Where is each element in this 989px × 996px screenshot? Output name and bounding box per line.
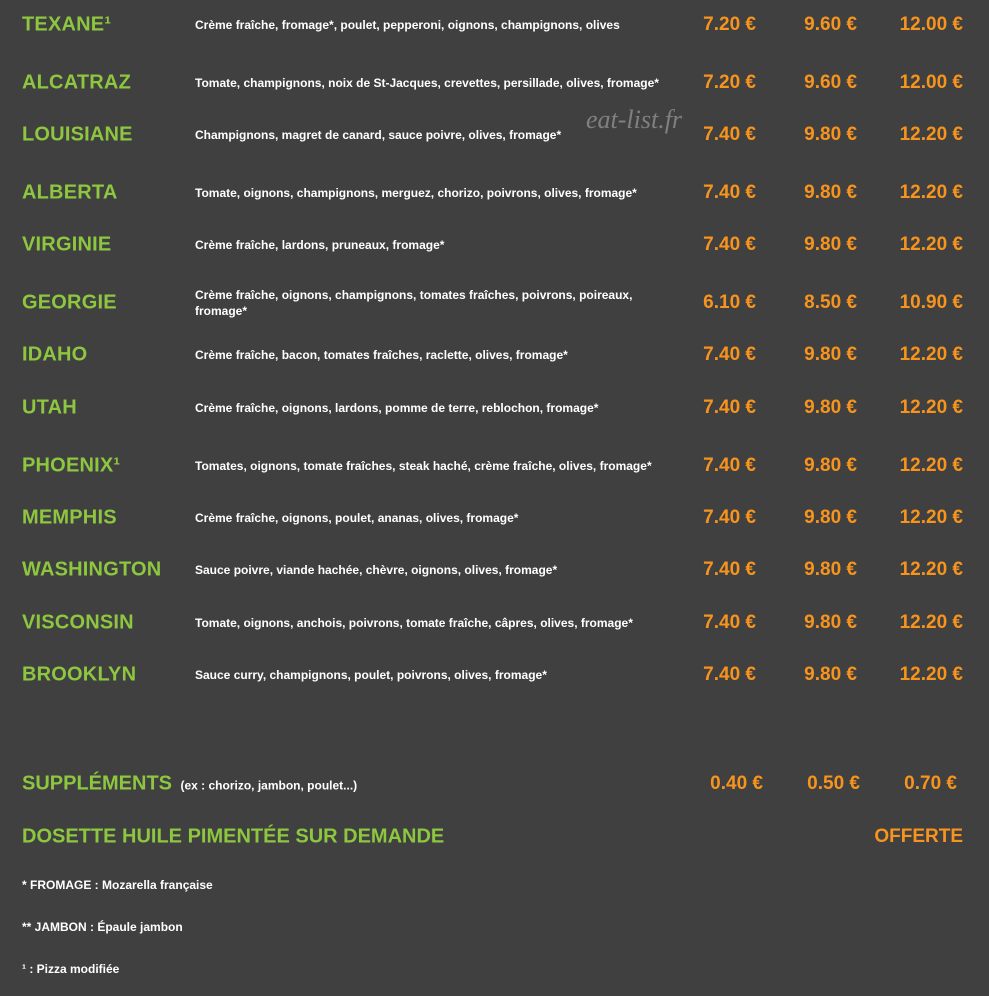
- pizza-row: MEMPHIS Crème fraîche, oignons, poulet, a…: [0, 498, 989, 538]
- pizza-row: PHOENIX¹ Tomates, oignons, tomate fraîche…: [0, 446, 989, 486]
- price-large: 12.00 €: [899, 14, 963, 35]
- price-large: 12.20 €: [899, 397, 963, 418]
- pizza-name: BROOKLYN: [22, 663, 137, 686]
- price-medium: 9.80 €: [804, 182, 857, 203]
- supplements-subtitle: (ex : chorizo, jambon, poulet...): [180, 778, 358, 793]
- price-medium: 9.80 €: [804, 664, 857, 685]
- pizza-description: Crème fraîche, oignons, champignons, tom…: [195, 288, 633, 318]
- price-small: 7.40 €: [703, 397, 756, 418]
- oil-price: OFFERTE: [874, 826, 963, 847]
- pizza-name: TEXANE¹: [22, 13, 112, 36]
- pizza-description: Crème fraîche, bacon, tomates fraîches, …: [195, 348, 568, 362]
- pizza-description: Crème fraîche, oignons, lardons, pomme d…: [195, 401, 599, 415]
- pizza-row: WASHINGTON Sauce poivre, viande hachée, c…: [0, 550, 989, 590]
- note-fromage: * FROMAGE : Mozarella française: [22, 878, 213, 892]
- price-large: 12.20 €: [899, 124, 963, 145]
- price-medium: 9.80 €: [804, 507, 857, 528]
- pizza-row: LOUISIANE Champignons, magret de canard, …: [0, 115, 989, 155]
- pizza-description: Sauce curry, champignons, poulet, poivro…: [195, 668, 547, 682]
- pizza-name: VISCONSIN: [22, 611, 134, 634]
- price-small: 7.20 €: [703, 14, 756, 35]
- pizza-name: MEMPHIS: [22, 506, 117, 529]
- pizza-description: Tomates, oignons, tomate fraîches, steak…: [195, 459, 652, 473]
- pizza-name: ALBERTA: [22, 181, 118, 204]
- note-jambon: ** JAMBON : Épaule jambon: [22, 920, 183, 934]
- supplements-price-large: 0.70 €: [904, 773, 957, 794]
- price-large: 12.20 €: [899, 455, 963, 476]
- price-medium: 9.80 €: [804, 397, 857, 418]
- price-large: 12.20 €: [899, 559, 963, 580]
- note-modifiee: ¹ : Pizza modifiée: [22, 962, 120, 976]
- price-small: 7.40 €: [703, 559, 756, 580]
- pizza-description: Crème fraîche, fromage*, poulet, peppero…: [195, 18, 620, 32]
- price-medium: 8.50 €: [804, 292, 857, 313]
- price-small: 7.20 €: [703, 72, 756, 93]
- oil-title: DOSETTE HUILE PIMENTÉE SUR DEMANDE: [22, 825, 445, 848]
- price-small: 7.40 €: [703, 344, 756, 365]
- watermark: eat-list.fr: [586, 105, 683, 134]
- price-large: 10.90 €: [899, 292, 963, 313]
- price-large: 12.20 €: [899, 344, 963, 365]
- pizza-row: ALCATRAZ Tomate, champignons, noix de St-…: [0, 63, 989, 103]
- pizza-name: VIRGINIE: [22, 233, 112, 256]
- price-large: 12.20 €: [899, 234, 963, 255]
- price-medium: 9.80 €: [804, 124, 857, 145]
- price-medium: 9.80 €: [804, 234, 857, 255]
- price-medium: 9.60 €: [804, 72, 857, 93]
- oil-row: DOSETTE HUILE PIMENTÉE SUR DEMANDE OFFER…: [0, 817, 989, 857]
- pizza-name: ALCATRAZ: [22, 71, 131, 94]
- price-medium: 9.80 €: [804, 344, 857, 365]
- price-medium: 9.80 €: [804, 455, 857, 476]
- price-small: 7.40 €: [703, 455, 756, 476]
- pizza-row: VIRGINIE Crème fraîche, lardons, pruneaux…: [0, 225, 989, 265]
- pizza-row: UTAH Crème fraîche, oignons, lardons, pom…: [0, 388, 989, 428]
- pizza-description: Sauce poivre, viande hachée, chèvre, oig…: [195, 563, 558, 577]
- price-large: 12.20 €: [899, 612, 963, 633]
- price-small: 7.40 €: [703, 612, 756, 633]
- pizza-description: Crème fraîche, lardons, pruneaux, fromag…: [195, 238, 445, 252]
- pizza-description: Tomate, oignons, anchois, poivrons, toma…: [195, 616, 633, 630]
- supplements-price-medium: 0.50 €: [807, 773, 860, 794]
- pizza-row: ALBERTA Tomate, oignons, champignons, mer…: [0, 173, 989, 213]
- pizza-name: WASHINGTON: [22, 558, 162, 581]
- price-large: 12.20 €: [899, 664, 963, 685]
- price-large: 12.00 €: [899, 72, 963, 93]
- price-large: 12.20 €: [899, 182, 963, 203]
- pizza-row: VISCONSIN Tomate, oignons, anchois, poivr…: [0, 603, 989, 643]
- price-small: 7.40 €: [703, 234, 756, 255]
- pizza-description: Tomate, champignons, noix de St-Jacques,…: [195, 76, 659, 90]
- pizza-row: TEXANE¹ Crème fraîche, fromage*, poulet, …: [0, 5, 989, 45]
- price-small: 7.40 €: [703, 182, 756, 203]
- supplements-label: SUPPLÉMENTS: [22, 772, 173, 795]
- pizza-row: GEORGIE Crème fraîche, oignons, champigno…: [0, 283, 989, 323]
- pizza-description: Crème fraîche, oignons, poulet, ananas, …: [195, 511, 519, 525]
- supplements-price-small: 0.40 €: [710, 773, 763, 794]
- pizza-name: IDAHO: [22, 343, 88, 366]
- price-small: 6.10 €: [703, 292, 756, 313]
- price-large: 12.20 €: [899, 507, 963, 528]
- pizza-name: PHOENIX¹: [22, 454, 121, 477]
- price-small: 7.40 €: [703, 664, 756, 685]
- supplements-row: SUPPLÉMENTS (ex : chorizo, jambon, poule…: [0, 764, 989, 804]
- pizza-name: UTAH: [22, 396, 77, 419]
- pizza-row: BROOKLYN Sauce curry, champignons, poulet…: [0, 655, 989, 695]
- price-small: 7.40 €: [703, 507, 756, 528]
- pizza-name: LOUISIANE: [22, 123, 133, 146]
- pizza-description: Tomate, oignons, champignons, merguez, c…: [195, 186, 637, 200]
- price-medium: 9.60 €: [804, 14, 857, 35]
- pizza-name: GEORGIE: [22, 291, 117, 314]
- price-medium: 9.80 €: [804, 612, 857, 633]
- price-medium: 9.80 €: [804, 559, 857, 580]
- supplements-title: SUPPLÉMENTS (ex : chorizo, jambon, poule…: [22, 773, 357, 796]
- pizza-row: IDAHO Crème fraîche, bacon, tomates fraîc…: [0, 335, 989, 375]
